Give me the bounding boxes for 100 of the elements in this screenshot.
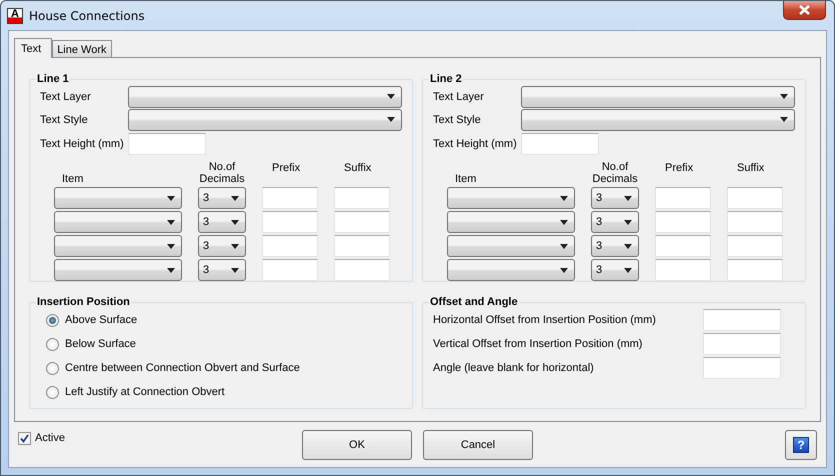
input-field[interactable] <box>655 235 711 257</box>
input-field[interactable] <box>655 259 711 281</box>
input-field[interactable] <box>262 259 318 281</box>
field-label: Text Style <box>433 114 482 126</box>
tab[interactable]: Line Work <box>52 40 112 57</box>
dropdown-arrow-icon <box>231 268 239 272</box>
input-field[interactable] <box>727 235 783 257</box>
input-field[interactable] <box>262 187 318 209</box>
dropdown-arrow-icon <box>231 220 239 224</box>
dropdown-arrow-icon <box>231 196 239 200</box>
help-button[interactable]: ? <box>785 430 817 460</box>
radio-label: Below Surface <box>65 338 136 350</box>
input-field[interactable] <box>727 211 783 233</box>
dropdown[interactable] <box>54 259 182 281</box>
radio-button[interactable] <box>46 338 59 350</box>
dialog-button[interactable]: Cancel <box>423 430 533 460</box>
dropdown[interactable] <box>54 235 182 257</box>
checkbox[interactable] <box>18 432 31 445</box>
dropdown-arrow-icon <box>624 220 632 224</box>
radio-label: Left Justify at Connection Obvert <box>65 386 225 398</box>
input-field[interactable] <box>727 187 783 209</box>
dropdown[interactable]: 3 <box>591 259 639 281</box>
radio-label: Centre between Connection Obvert and Surface <box>65 362 300 374</box>
dropdown[interactable]: 3 <box>198 235 246 257</box>
field-label: Angle (leave blank for horizontal) <box>433 362 595 374</box>
radio-button[interactable] <box>46 362 59 374</box>
dropdown[interactable]: 3 <box>198 211 246 233</box>
group-title: Line 2 <box>429 73 463 85</box>
dropdown-arrow-icon <box>624 244 632 248</box>
column-header: Prefix <box>664 161 694 174</box>
field-label: Vertical Offset from Insertion Position (mm) <box>433 338 644 350</box>
radio-label: Above Surface <box>65 314 138 326</box>
column-header: No.of Decimals <box>198 161 246 185</box>
column-header: Suffix <box>343 161 372 174</box>
input-field[interactable] <box>128 133 206 155</box>
dropdown[interactable]: 3 <box>591 187 639 209</box>
close-button[interactable] <box>783 1 826 20</box>
dropdown[interactable] <box>54 211 182 233</box>
input-field[interactable] <box>655 187 711 209</box>
input-field[interactable] <box>262 235 318 257</box>
column-header: No.of Decimals <box>591 161 639 185</box>
dropdown[interactable] <box>128 108 402 130</box>
dropdown-arrow-icon <box>780 117 788 122</box>
dropdown-arrow-icon <box>624 268 632 272</box>
column-header: Suffix <box>736 161 766 174</box>
dropdown-arrow-icon <box>560 196 568 200</box>
dropdown[interactable]: 3 <box>591 211 639 233</box>
dropdown-arrow-icon <box>560 268 568 272</box>
dropdown[interactable] <box>54 187 182 209</box>
dropdown-arrow-icon <box>167 244 175 248</box>
dropdown[interactable] <box>521 86 795 108</box>
dropdown-arrow-icon <box>624 196 632 200</box>
dropdown-arrow-icon <box>167 196 175 200</box>
radio-button[interactable] <box>46 386 59 398</box>
input-field[interactable] <box>703 309 781 331</box>
column-header: Item <box>454 173 478 185</box>
field-label: Horizontal Offset from Insertion Position (mm) <box>433 314 657 326</box>
field-label: Text Layer <box>433 90 485 102</box>
input-field[interactable] <box>262 211 318 233</box>
input-field[interactable] <box>727 259 783 281</box>
close-icon <box>799 5 810 15</box>
group-title: Offset and Angle <box>429 296 519 308</box>
input-field[interactable] <box>703 357 781 379</box>
input-field[interactable] <box>334 211 390 233</box>
app-icon: A <box>7 8 23 24</box>
dropdown[interactable] <box>447 235 575 257</box>
dropdown[interactable] <box>447 259 575 281</box>
dropdown-arrow-icon <box>560 220 568 224</box>
input-field[interactable] <box>655 211 711 233</box>
dropdown[interactable] <box>521 108 795 130</box>
field-label: Text Height (mm) <box>433 138 518 150</box>
dropdown[interactable] <box>447 187 575 209</box>
input-field[interactable] <box>703 333 781 355</box>
dropdown[interactable] <box>447 211 575 233</box>
dropdown[interactable]: 3 <box>198 259 246 281</box>
field-label: Text Layer <box>40 90 92 102</box>
dropdown-arrow-icon <box>387 117 395 122</box>
radio-button[interactable] <box>46 314 59 326</box>
dropdown-arrow-icon <box>231 244 239 248</box>
input-field[interactable] <box>334 235 390 257</box>
dropdown-arrow-icon <box>780 94 788 99</box>
dialog-button[interactable]: OK <box>302 430 412 460</box>
input-field[interactable] <box>334 187 390 209</box>
column-header: Prefix <box>271 161 302 174</box>
field-label: Text Style <box>40 114 89 126</box>
window-title: House Connections <box>29 8 146 22</box>
dropdown[interactable]: 3 <box>591 235 639 257</box>
input-field[interactable] <box>334 259 390 281</box>
checkbox-label: Active <box>35 432 65 444</box>
column-header: Item <box>61 173 84 185</box>
dropdown-arrow-icon <box>167 268 175 272</box>
tab[interactable]: Text <box>14 38 52 58</box>
group-title: Line 1 <box>36 73 70 85</box>
dropdown[interactable]: 3 <box>198 187 246 209</box>
field-label: Text Height (mm) <box>40 138 125 150</box>
dropdown-arrow-icon <box>387 94 395 99</box>
dropdown-arrow-icon <box>560 244 568 248</box>
input-field[interactable] <box>521 133 599 155</box>
dropdown[interactable] <box>128 86 402 108</box>
dropdown-arrow-icon <box>167 220 175 224</box>
